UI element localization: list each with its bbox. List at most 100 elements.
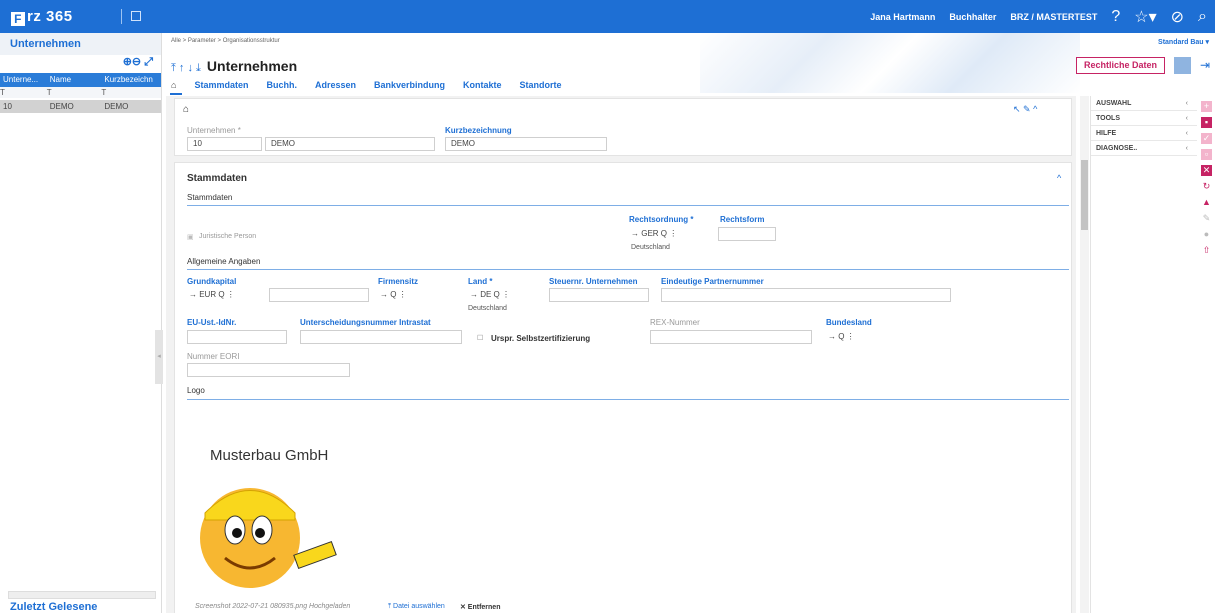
filter-icon[interactable]: T <box>0 87 47 98</box>
input-eori[interactable] <box>187 363 350 377</box>
expand-collapse-icon[interactable]: ⊕⊖ ⤢ <box>0 55 161 73</box>
tab-standorte[interactable]: Standorte <box>520 80 562 90</box>
tab-adressen[interactable]: Adressen <box>315 80 356 90</box>
search-icon[interactable]: ⌕ <box>1198 8 1207 26</box>
label-bundesland: Bundesland <box>826 318 872 327</box>
choose-file-button[interactable]: ⤒ Datei auswählen <box>388 603 445 611</box>
checkbox-selbstzertifizierung[interactable]: ☐ <box>477 334 483 342</box>
divider <box>187 399 1069 400</box>
remove-logo-button[interactable]: ✕ Entfernen <box>460 603 500 611</box>
label-intrastat: Unterscheidungsnummer Intrastat <box>300 318 431 327</box>
home-icon[interactable]: ⌂ <box>183 104 189 115</box>
standard-bau-dropdown[interactable]: Standard Bau ▾ <box>1158 38 1209 46</box>
input-steuernummer[interactable] <box>549 288 649 302</box>
label-firmensitz: Firmensitz <box>378 277 419 286</box>
select-grundkapital-currency[interactable]: → EUR Q ⋮ <box>189 288 235 302</box>
panel-hilfe-label: HILFE <box>1096 130 1117 137</box>
label-rex: REX-Nummer <box>650 318 700 327</box>
panel-hilfe[interactable]: HILFE ‹ <box>1091 126 1197 141</box>
scrollbar-thumb[interactable] <box>1081 160 1088 230</box>
subsection-logo: Logo <box>187 386 205 395</box>
input-rex[interactable] <box>650 330 812 344</box>
input-intrastat[interactable] <box>300 330 462 344</box>
filter-row: T T T <box>0 87 161 98</box>
column-unternehmen[interactable]: Unterne... <box>0 73 47 87</box>
export-icon[interactable]: ⇧ <box>1201 245 1212 256</box>
land-description: Deutschland <box>468 305 507 312</box>
cell-nr: 10 <box>3 102 12 111</box>
user-name[interactable]: Jana Hartmann <box>870 12 935 22</box>
left-pupil <box>232 528 242 538</box>
tab-home-icon[interactable]: ⌂ <box>171 80 176 90</box>
more-button[interactable] <box>1174 57 1191 74</box>
tab-stammdaten[interactable]: Stammdaten <box>194 80 248 90</box>
confirm-icon[interactable]: ✓ <box>1201 133 1212 144</box>
tab-bar: ⌂ Stammdaten Buchh. Adressen Bankverbind… <box>171 80 562 90</box>
input-unternehmen-name[interactable]: DEMO <box>265 137 435 151</box>
top-bar: Frz 365 Jana Hartmann Buchhalter BRZ / M… <box>0 0 1215 33</box>
label-ustid: EU-Ust.-IdNr. <box>187 318 237 327</box>
filter-icon[interactable]: T <box>47 87 102 98</box>
panel-tools[interactable]: TOOLS ‹ <box>1091 111 1197 126</box>
hard-hat <box>204 490 296 521</box>
tenant-name[interactable]: BRZ / MASTERTEST <box>1010 12 1097 22</box>
column-kurzbezeichnung[interactable]: Kurzbezeichn <box>101 73 161 87</box>
horizontal-scrollbar[interactable] <box>8 591 156 599</box>
save-icon[interactable]: ▪ <box>1201 117 1212 128</box>
label-grundkapital: Grundkapital <box>187 277 237 286</box>
card-tools[interactable]: ↖ ✎ ^ <box>1013 104 1037 115</box>
compass-icon[interactable]: ⊘ <box>1171 7 1184 27</box>
company-logo-image: Musterbau GmbH <box>200 447 337 588</box>
collapse-icon[interactable]: ^ <box>1057 173 1061 183</box>
right-panel: AUSWAHL ‹ TOOLS ‹ HILFE ‹ DIAGNOSE.. ‹ <box>1090 96 1197 613</box>
table-header: Unterne... Name Kurzbezeichn <box>0 73 161 87</box>
user-role[interactable]: Buchhalter <box>949 12 996 22</box>
input-unternehmen-nr[interactable]: 10 <box>187 137 262 151</box>
record-navigation-arrows[interactable]: ⤒ ↑ ↓ ⤓ <box>171 62 201 74</box>
tab-bankverbindung[interactable]: Bankverbindung <box>374 80 445 90</box>
grid-menu-icon[interactable] <box>131 11 141 21</box>
refresh-icon[interactable]: ↻ <box>1201 181 1212 192</box>
label-selbstzertifizierung: Urspr. Selbstzertifizierung <box>491 334 591 343</box>
checkbox-juristische[interactable]: ▣ <box>187 233 194 241</box>
add-icon[interactable]: + <box>1201 101 1212 112</box>
chevron-left-icon: ‹ <box>1185 145 1188 152</box>
input-kurzbezeichnung[interactable]: DEMO <box>445 137 607 151</box>
print-icon[interactable]: ▲ <box>1201 197 1212 208</box>
left-panel: Unternehmen ⊕⊖ ⤢ Unterne... Name Kurzbez… <box>0 33 162 613</box>
legal-data-button[interactable]: Rechtliche Daten <box>1076 57 1165 74</box>
column-name[interactable]: Name <box>47 73 102 87</box>
star-icon[interactable]: ☆▾ <box>1134 7 1156 27</box>
breadcrumb[interactable]: Alle > Parameter > Organisationsstruktur <box>171 38 280 44</box>
header-card: ⌂ ↖ ✎ ^ Unternehmen * Kurzbezeichnung 10… <box>174 98 1072 156</box>
edit-icon[interactable]: ✎ <box>1201 213 1212 224</box>
input-ustid[interactable] <box>187 330 287 344</box>
help-icon[interactable]: ? <box>1111 8 1120 26</box>
panel-auswahl[interactable]: AUSWAHL ‹ <box>1091 96 1197 111</box>
subsection-stammdaten: Stammdaten <box>187 193 233 202</box>
comment-icon[interactable]: ● <box>1201 229 1212 240</box>
filter-icon[interactable]: T <box>101 87 161 98</box>
select-firmensitz[interactable]: → Q ⋮ <box>380 288 407 302</box>
exit-icon[interactable]: ⇥ <box>1200 58 1210 72</box>
select-land[interactable]: → DE Q ⋮ <box>470 288 510 302</box>
divider <box>187 269 1069 270</box>
recently-read-link[interactable]: Zuletzt Gelesene <box>10 601 97 613</box>
collapse-panel-handle[interactable]: ◂ <box>155 330 163 384</box>
copy-icon[interactable]: ▫ <box>1201 149 1212 160</box>
input-rechtsform[interactable] <box>718 227 776 241</box>
tab-kontakte[interactable]: Kontakte <box>463 80 502 90</box>
close-icon[interactable]: ✕ <box>1201 165 1212 176</box>
select-bundesland[interactable]: → Q ⋮ <box>828 330 855 344</box>
label-partnernummer: Eindeutige Partnernummer <box>661 277 764 286</box>
table-row[interactable]: 10 DEMO DEMO <box>0 100 161 113</box>
input-grundkapital[interactable] <box>269 288 369 302</box>
select-rechtsordnung[interactable]: → GER Q ⋮ <box>631 227 677 241</box>
tool <box>293 540 337 570</box>
section-title: Stammdaten <box>187 173 248 184</box>
tab-buchh[interactable]: Buchh. <box>266 80 297 90</box>
input-partnernummer[interactable] <box>661 288 951 302</box>
panel-diagnose[interactable]: DIAGNOSE.. ‹ <box>1091 141 1197 156</box>
label-unternehmen: Unternehmen * <box>187 126 241 135</box>
app-logo[interactable]: Frz 365 <box>11 8 73 26</box>
